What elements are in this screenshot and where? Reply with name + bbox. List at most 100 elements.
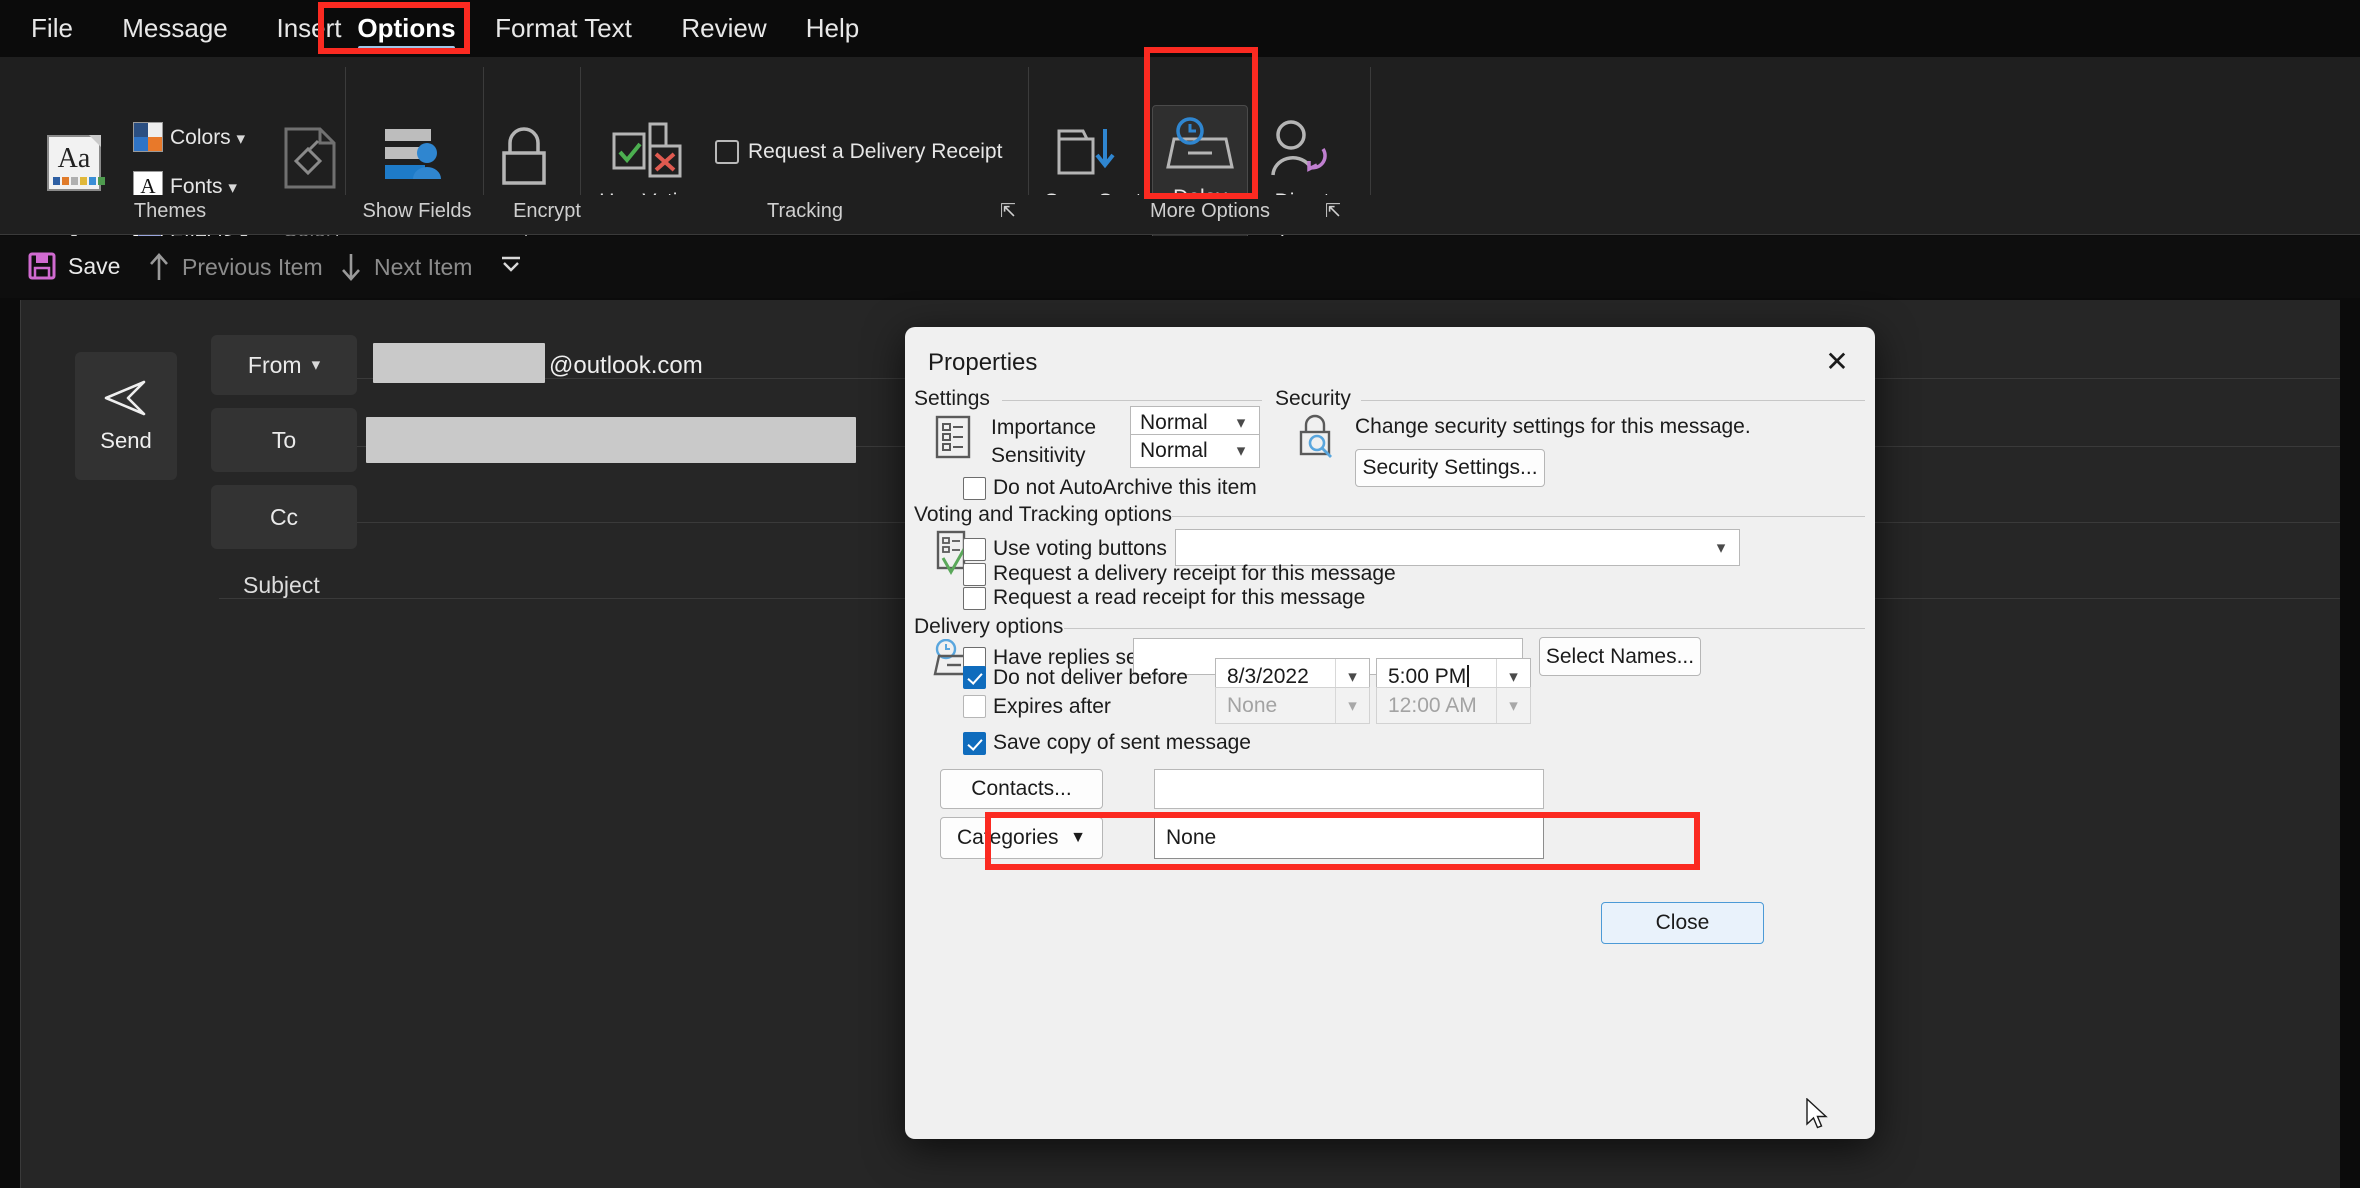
expires-after-label[interactable]: Expires after [993, 695, 1111, 719]
expires-after-date-input[interactable]: None ▾ [1215, 687, 1370, 724]
use-voting-buttons-checkbox[interactable] [963, 538, 986, 561]
do-not-autoarchive-checkbox[interactable] [963, 477, 986, 500]
from-address-redaction [373, 343, 545, 383]
group-label-show-fields: Show Fields [352, 200, 482, 223]
save-disk-icon [28, 252, 56, 280]
do-not-deliver-before-label[interactable]: Do not deliver before [993, 666, 1188, 690]
request-delivery-receipt-checkbox-dialog[interactable] [963, 563, 986, 586]
contacts-button[interactable]: Contacts... [940, 769, 1103, 809]
do-not-deliver-before-date-value: 8/3/2022 [1227, 665, 1309, 689]
next-item-button[interactable]: Next Item [340, 252, 472, 282]
chevron-down-icon: ▼ [1070, 829, 1086, 847]
categories-input[interactable]: None [1154, 817, 1544, 859]
tab-options-underline [358, 46, 455, 50]
tab-format-text-label: Format Text [495, 13, 632, 44]
expires-after-checkbox[interactable] [963, 695, 986, 718]
send-button[interactable]: Send [75, 352, 177, 480]
close-icon[interactable]: ✕ [1817, 344, 1857, 380]
security-settings-button[interactable]: Security Settings... [1355, 449, 1545, 487]
contacts-input[interactable] [1154, 769, 1544, 809]
settings-list-icon [935, 415, 971, 459]
bcc-icon [383, 127, 445, 185]
next-item-label: Next Item [374, 254, 472, 281]
sensitivity-select[interactable]: Normal ▾ [1130, 434, 1260, 468]
expires-after-time-value: 12:00 AM [1388, 694, 1477, 718]
do-not-deliver-before-time-value: 5:00 PM [1388, 665, 1469, 689]
outlook-compose-window: File Message Insert Options Format Text … [0, 0, 2360, 1188]
security-description: Change security settings for this messag… [1355, 415, 1751, 439]
sensitivity-label: Sensitivity [991, 444, 1086, 468]
arrow-up-icon [148, 252, 170, 282]
voting-tracking-legend: Voting and Tracking options [914, 503, 1182, 527]
previous-item-label: Previous Item [182, 254, 323, 281]
chevron-down-icon: ▾ [312, 355, 321, 375]
quick-access-toolbar: Save Previous Item Next Item [0, 236, 2360, 298]
save-copy-of-sent-message-label[interactable]: Save copy of sent message [993, 731, 1251, 755]
from-address-domain: @outlook.com [549, 352, 703, 380]
use-voting-buttons-label[interactable]: Use voting buttons [993, 537, 1167, 561]
group-label-tracking: Tracking [640, 200, 970, 223]
page-color-icon [282, 127, 338, 189]
request-delivery-receipt-label-dialog[interactable]: Request a delivery receipt for this mess… [993, 562, 1396, 586]
tab-help-label: Help [806, 13, 859, 44]
delivery-options-legend: Delivery options [914, 615, 1073, 639]
importance-value: Normal [1140, 411, 1208, 435]
tab-format-text[interactable]: Format Text [466, 0, 661, 57]
expires-after-time-input[interactable]: 12:00 AM ▾ [1376, 687, 1531, 724]
to-recipients-redaction [366, 417, 856, 463]
use-voting-buttons-icon [610, 120, 684, 184]
customize-quick-access-toolbar-button[interactable] [498, 252, 524, 276]
select-names-button[interactable]: Select Names... [1539, 637, 1701, 676]
do-not-autoarchive-label[interactable]: Do not AutoArchive this item [993, 476, 1257, 500]
previous-item-button[interactable]: Previous Item [148, 252, 323, 282]
encrypt-lock-icon [496, 125, 552, 187]
group-label-encrypt: Encrypt [492, 200, 602, 223]
tab-message[interactable]: Message [100, 0, 250, 57]
tab-review-label: Review [681, 13, 766, 44]
chevron-down-icon[interactable]: ▾ [1335, 688, 1369, 723]
direct-replies-to-icon [1265, 119, 1327, 179]
save-sent-item-to-icon [1055, 123, 1119, 181]
request-delivery-receipt-label[interactable]: Request a Delivery Receipt [748, 139, 1002, 164]
tab-review[interactable]: Review [664, 0, 784, 57]
tab-message-label: Message [122, 13, 228, 44]
colors-button[interactable]: Colors ▾ [170, 125, 245, 151]
security-lock-key-icon [1295, 412, 1339, 458]
properties-dialog: Properties ✕ Settings Importance Normal … [905, 327, 1875, 1139]
close-button[interactable]: Close [1601, 902, 1764, 944]
tab-file-label: File [31, 13, 73, 44]
from-button[interactable]: From ▾ [211, 335, 357, 395]
ribbon: Aa Themes ▾ Colors ▾ A Fonts ▾ [0, 57, 2360, 203]
save-copy-of-sent-message-checkbox[interactable] [963, 732, 986, 755]
importance-label: Importance [991, 416, 1096, 440]
save-button[interactable]: Save [28, 252, 120, 280]
tab-options[interactable]: Options [344, 0, 469, 57]
categories-button[interactable]: Categories ▼ [940, 817, 1103, 859]
request-read-receipt-label-dialog[interactable]: Request a read receipt for this message [993, 586, 1365, 610]
settings-legend: Settings [914, 387, 1000, 411]
tab-help[interactable]: Help [790, 0, 875, 57]
send-label: Send [100, 428, 151, 454]
send-paper-plane-icon [102, 378, 150, 418]
delay-delivery-icon [1166, 117, 1234, 175]
expires-after-date-value: None [1227, 694, 1277, 718]
colors-label: Colors [170, 126, 231, 149]
do-not-deliver-before-checkbox[interactable] [963, 666, 986, 689]
tracking-dialog-launcher[interactable]: ⇱ [1000, 200, 1016, 223]
more-options-dialog-launcher[interactable]: ⇱ [1325, 200, 1341, 223]
cc-button[interactable]: Cc [211, 485, 357, 549]
themes-icon: Aa [47, 135, 101, 191]
to-label: To [272, 427, 296, 454]
tab-options-label: Options [357, 13, 455, 44]
chevron-down-bar-icon [498, 252, 524, 276]
request-delivery-receipt-checkbox[interactable] [715, 140, 739, 164]
voting-buttons-input[interactable]: ▾ [1175, 529, 1740, 566]
group-label-more-options: More Options [1060, 200, 1360, 223]
to-button[interactable]: To [211, 408, 357, 472]
tab-insert-label: Insert [276, 13, 341, 44]
chevron-down-icon: ▾ [237, 129, 246, 148]
tab-file[interactable]: File [12, 0, 92, 57]
request-read-receipt-checkbox-dialog[interactable] [963, 587, 986, 610]
subject-label: Subject [243, 572, 320, 599]
chevron-down-icon[interactable]: ▾ [1496, 688, 1530, 723]
